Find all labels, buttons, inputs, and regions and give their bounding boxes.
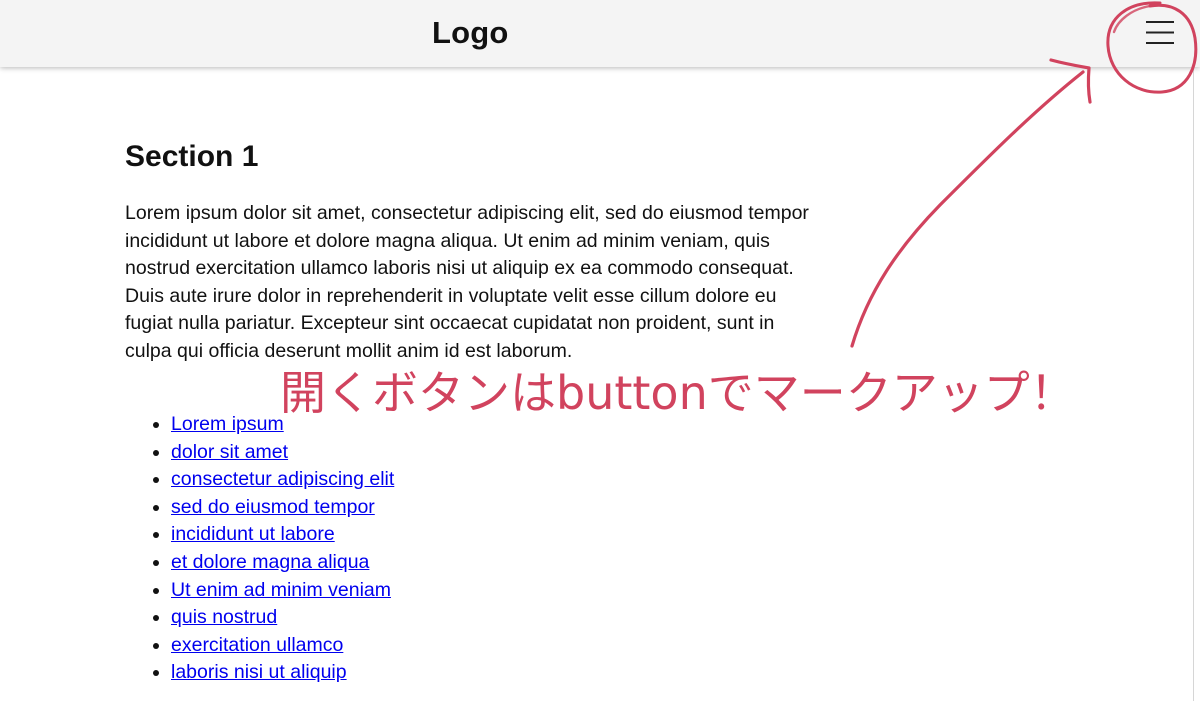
section-title: Section 1 [125, 140, 259, 173]
link-laboris-nisi-ut-aliquip[interactable]: laboris nisi ut aliquip [171, 661, 347, 683]
link-dolor-sit-amet[interactable]: dolor sit amet [171, 441, 288, 463]
link-quis-nostrud[interactable]: quis nostrud [171, 606, 277, 628]
menu-open-button[interactable] [1134, 12, 1186, 54]
list-item: exercitation ullamco [171, 632, 394, 660]
list-item: sed do eiusmod tempor [171, 494, 394, 522]
list-item: et dolore magna aliqua [171, 549, 394, 577]
list-item: incididunt ut labore [171, 521, 394, 549]
link-sed-do-eiusmod-tempor[interactable]: sed do eiusmod tempor [171, 496, 375, 518]
section-paragraph: Lorem ipsum dolor sit amet, consectetur … [125, 202, 809, 362]
list-item: consectetur adipiscing elit [171, 466, 394, 494]
annotation-arrow [850, 70, 1085, 348]
link-lorem-ipsum[interactable]: Lorem ipsum [171, 413, 284, 435]
list-item: Ut enim ad minim veniam [171, 577, 394, 605]
hamburger-menu-icon [1146, 21, 1174, 44]
scrollbar-track[interactable] [1193, 67, 1194, 701]
logo[interactable]: Logo [432, 14, 509, 52]
list-item: laboris nisi ut aliquip [171, 659, 394, 687]
link-ut-enim-ad-minim-veniam[interactable]: Ut enim ad minim veniam [171, 579, 391, 601]
link-list: Lorem ipsum dolor sit amet consectetur a… [125, 411, 394, 687]
link-et-dolore-magna-aliqua[interactable]: et dolore magna aliqua [171, 551, 369, 573]
list-item: quis nostrud [171, 604, 394, 632]
list-item: dolor sit amet [171, 439, 394, 467]
link-consectetur-adipiscing-elit[interactable]: consectetur adipiscing elit [171, 468, 394, 490]
link-exercitation-ullamco[interactable]: exercitation ullamco [171, 634, 343, 656]
annotation-text: 開くボタンはbuttonでマークアップ！ [280, 366, 1076, 420]
site-header: Logo [0, 0, 1200, 67]
link-incididunt-ut-labore[interactable]: incididunt ut labore [171, 523, 335, 545]
